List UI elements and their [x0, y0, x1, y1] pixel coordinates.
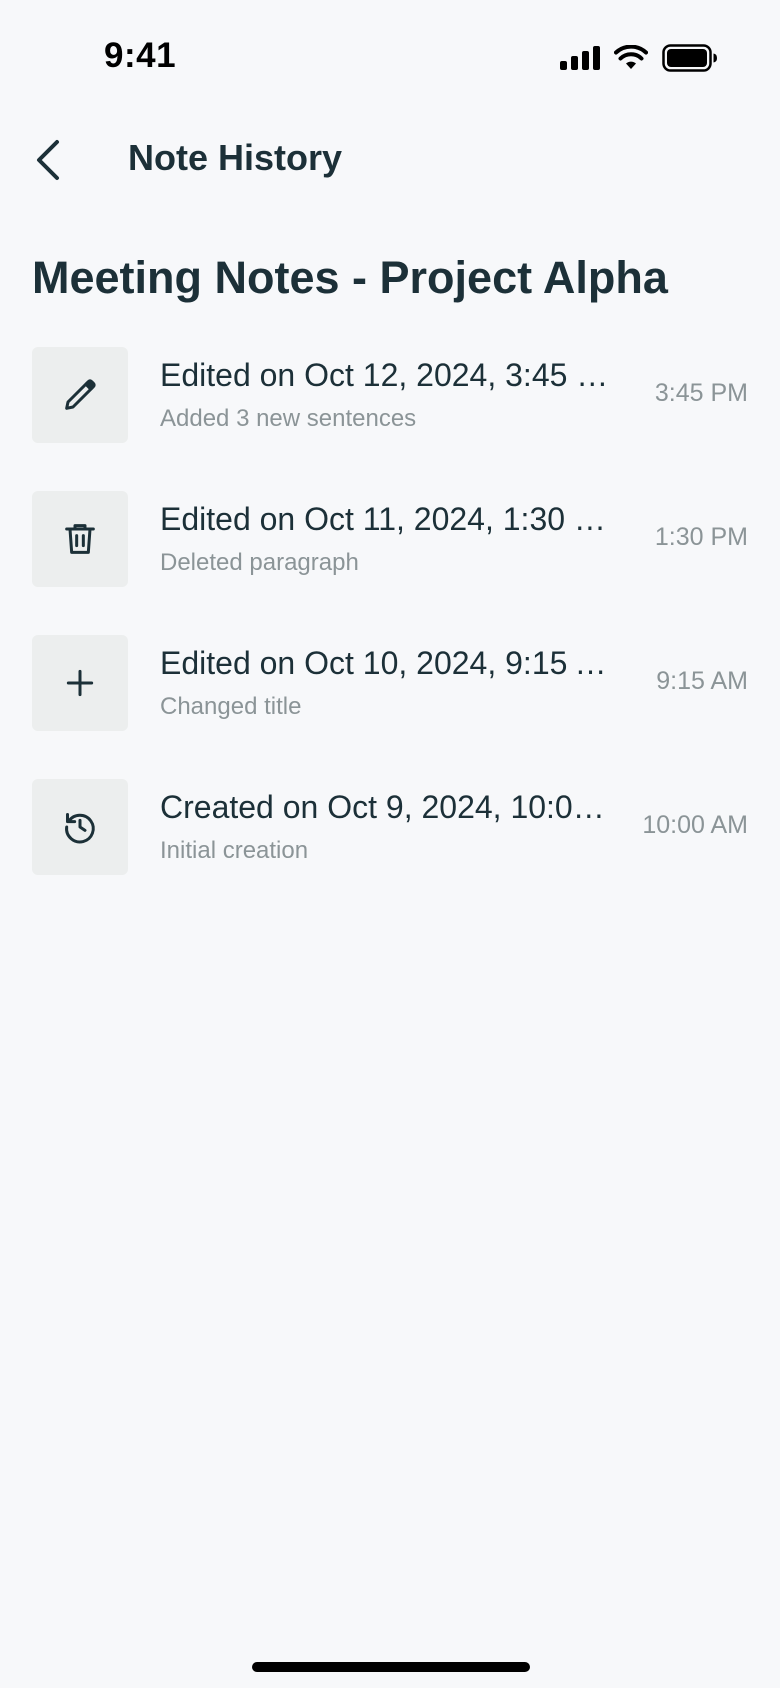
plus-icon	[66, 669, 94, 697]
battery-icon	[662, 44, 717, 72]
trash-icon	[65, 524, 95, 554]
history-item-icon-tile	[32, 491, 128, 587]
history-item-subtitle: Changed title	[160, 693, 302, 720]
history-list: Edited on Oct 12, 2024, 3:45 PM Added 3 …	[32, 347, 748, 923]
history-item-time: 3:45 PM	[654, 379, 748, 407]
chevron-left-icon	[37, 140, 59, 180]
history-item-title: Created on Oct 9, 2024, 10:00 AM	[160, 789, 620, 825]
history-item-title: Edited on Oct 11, 2024, 1:30 PM	[160, 501, 620, 537]
history-item[interactable]: Created on Oct 9, 2024, 10:00 AM Initial…	[32, 779, 748, 875]
history-item[interactable]: Edited on Oct 12, 2024, 3:45 PM Added 3 …	[32, 347, 748, 443]
history-item-time: 9:15 AM	[656, 667, 748, 695]
nav-title: Note History	[128, 137, 343, 178]
history-item[interactable]: Edited on Oct 11, 2024, 1:30 PM Deleted …	[32, 491, 748, 587]
status-icons	[560, 44, 718, 72]
home-indicator[interactable]	[252, 1662, 530, 1672]
back-button[interactable]	[18, 130, 78, 190]
history-item-title: Edited on Oct 10, 2024, 9:15 AM	[160, 645, 620, 681]
nav-bar: Note History	[0, 120, 780, 200]
history-item[interactable]: Edited on Oct 10, 2024, 9:15 AM Changed …	[32, 635, 748, 731]
history-icon	[65, 813, 95, 844]
note-title: Meeting Notes - Project Alpha	[32, 252, 668, 303]
history-item-time: 1:30 PM	[654, 523, 748, 551]
status-time: 9:41	[104, 36, 177, 75]
history-item-icon-tile	[32, 347, 128, 443]
history-item-subtitle: Deleted paragraph	[160, 549, 359, 576]
signal-icon	[560, 46, 600, 70]
status-bar: 9:41	[0, 0, 780, 120]
history-item-subtitle: Added 3 new sentences	[160, 405, 417, 432]
history-item-icon-tile	[32, 779, 128, 875]
wifi-icon	[614, 45, 648, 69]
history-item-icon-tile	[32, 635, 128, 731]
history-item-subtitle: Initial creation	[160, 837, 309, 864]
pencil-icon	[65, 379, 96, 410]
history-item-time: 10:00 AM	[642, 811, 748, 839]
history-item-title: Edited on Oct 12, 2024, 3:45 PM	[160, 357, 620, 393]
